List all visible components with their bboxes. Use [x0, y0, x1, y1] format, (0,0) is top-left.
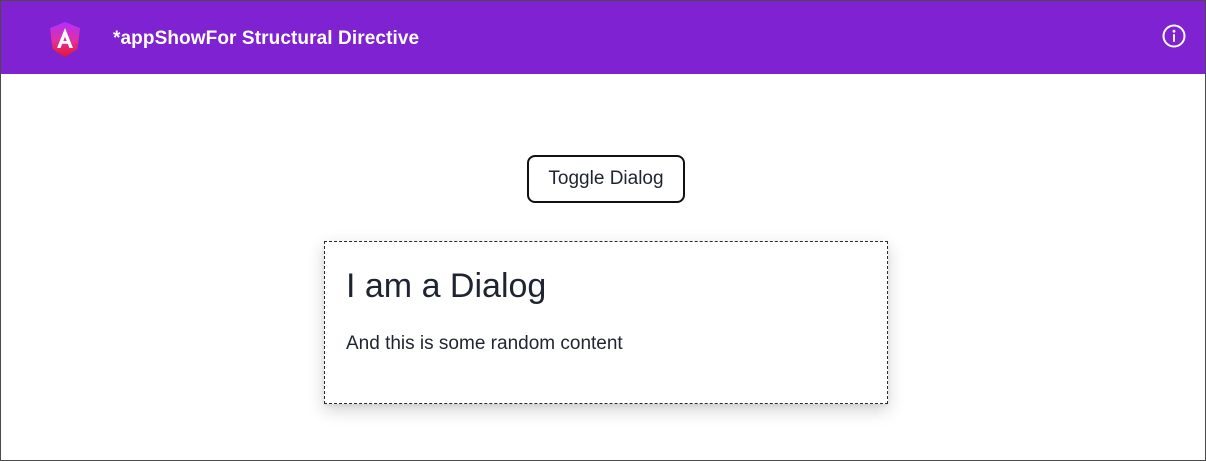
app-toolbar: *appShowFor Structural Directive: [1, 1, 1205, 74]
app-window: *appShowFor Structural Directive Toggle …: [0, 0, 1206, 461]
main-content: Toggle Dialog I am a Dialog And this is …: [1, 74, 1205, 460]
dialog: I am a Dialog And this is some random co…: [324, 241, 888, 404]
info-icon[interactable]: [1161, 23, 1187, 49]
dialog-title: I am a Dialog: [346, 267, 547, 305]
toggle-dialog-button[interactable]: Toggle Dialog: [527, 155, 685, 203]
angular-logo-icon: [47, 20, 83, 60]
toolbar-title: *appShowFor Structural Directive: [113, 28, 420, 49]
dialog-body: And this is some random content: [346, 333, 623, 354]
